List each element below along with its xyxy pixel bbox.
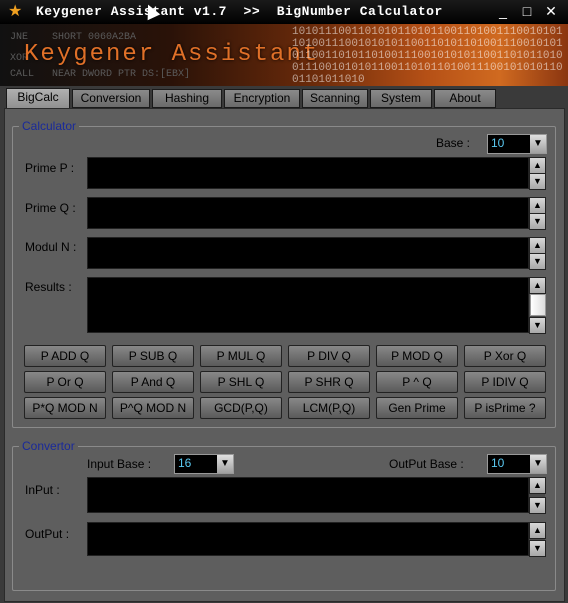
- convert-output-scrollbar[interactable]: ▲ ▼: [529, 522, 546, 557]
- convert-output-field[interactable]: [87, 522, 529, 556]
- p-pow-q-button[interactable]: P ^ Q: [376, 371, 458, 393]
- tab-hashing[interactable]: Hashing: [152, 89, 222, 108]
- output-label: OutPut :: [25, 527, 70, 541]
- chevron-down-icon[interactable]: ▼: [530, 455, 546, 473]
- p-pow-q-mod-n-button[interactable]: P^Q MOD N: [112, 397, 194, 419]
- scroll-up-icon[interactable]: ▲: [529, 237, 546, 254]
- convertor-legend: Convertor: [22, 439, 75, 453]
- banner-binary: 1010111001101010110101100110100111001010…: [292, 26, 563, 84]
- p-sub-q-button[interactable]: P SUB Q: [112, 345, 194, 367]
- p-idiv-q-button[interactable]: P IDIV Q: [464, 371, 546, 393]
- scroll-up-icon[interactable]: ▲: [529, 522, 546, 539]
- output-base-select[interactable]: 10 ▼: [487, 454, 547, 474]
- input-label: InPut :: [25, 483, 60, 497]
- scroll-down-icon[interactable]: ▼: [529, 253, 546, 270]
- scroll-down-icon[interactable]: ▼: [529, 497, 546, 514]
- scroll-down-icon[interactable]: ▼: [529, 173, 546, 190]
- tab-scanning[interactable]: Scanning: [302, 89, 368, 108]
- scroll-down-icon[interactable]: ▼: [529, 540, 546, 557]
- input-base-select[interactable]: 16 ▼: [174, 454, 234, 474]
- banner-asm-line: CALL NEAR DWORD PTR DS:[EBX]: [10, 69, 191, 80]
- title-bar: ★ Keygener Assistant v1.7 >> BigNumber C…: [0, 0, 568, 24]
- prime-p-input[interactable]: [87, 157, 529, 189]
- scroll-up-icon[interactable]: ▲: [529, 157, 546, 174]
- scroll-down-icon[interactable]: ▼: [529, 317, 546, 334]
- prime-q-input[interactable]: [87, 197, 529, 229]
- prime-q-scrollbar[interactable]: ▲ ▼: [529, 197, 546, 230]
- p-mul-q-button[interactable]: P MUL Q: [200, 345, 282, 367]
- input-base-value: 16: [178, 456, 192, 470]
- results-output[interactable]: [87, 277, 529, 333]
- scroll-down-icon[interactable]: ▼: [529, 213, 546, 230]
- modul-n-scrollbar[interactable]: ▲ ▼: [529, 237, 546, 270]
- is-prime-button[interactable]: P isPrime ?: [464, 397, 546, 419]
- gen-prime-button[interactable]: Gen Prime: [376, 397, 458, 419]
- scroll-up-icon[interactable]: ▲: [529, 477, 546, 494]
- window-title: Keygener Assistant v1.7 >> BigNumber Cal…: [36, 4, 443, 19]
- close-button[interactable]: ✕: [542, 2, 560, 20]
- minimize-button[interactable]: _: [494, 2, 512, 20]
- maximize-button[interactable]: □: [518, 2, 536, 20]
- convert-input-field[interactable]: [87, 477, 529, 513]
- banner: JNE SHORT 0060A2BA XOR CALL NEAR DWORD P…: [0, 24, 568, 86]
- p-xor-q-button[interactable]: P Xor Q: [464, 345, 546, 367]
- tab-system[interactable]: System: [370, 89, 432, 108]
- results-label: Results :: [25, 280, 72, 294]
- tab-about[interactable]: About: [434, 89, 496, 108]
- p-add-q-button[interactable]: P ADD Q: [24, 345, 106, 367]
- scroll-up-icon[interactable]: ▲: [529, 197, 546, 214]
- convert-input-scrollbar[interactable]: ▲ ▼: [529, 477, 546, 514]
- modul-n-input[interactable]: [87, 237, 529, 269]
- p-mod-q-button[interactable]: P MOD Q: [376, 345, 458, 367]
- scroll-up-icon[interactable]: ▲: [529, 277, 546, 294]
- base-select[interactable]: 10 ▼: [487, 134, 547, 154]
- bigcalc-panel: Calculator Base : 10 ▼ Prime P : ▲ ▼ Pri…: [4, 108, 565, 602]
- base-select-value: 10: [491, 136, 505, 150]
- chevron-down-icon[interactable]: ▼: [530, 135, 546, 153]
- base-label: Base :: [436, 136, 471, 150]
- chevron-down-icon[interactable]: ▼: [217, 455, 233, 473]
- prime-p-label: Prime P :: [25, 161, 75, 175]
- output-base-value: 10: [491, 456, 505, 470]
- scrollbar-thumb[interactable]: [530, 294, 546, 316]
- calculator-legend: Calculator: [22, 119, 77, 133]
- prime-q-label: Prime Q :: [25, 201, 76, 215]
- tab-bigcalc[interactable]: BigCalc: [6, 88, 70, 109]
- modul-n-label: Modul N :: [25, 240, 77, 254]
- p-and-q-button[interactable]: P And Q: [112, 371, 194, 393]
- star-icon: ★: [8, 3, 23, 20]
- tab-conversion[interactable]: Conversion: [72, 89, 150, 108]
- output-base-label: OutPut Base :: [389, 457, 464, 471]
- banner-logo: Keygener Assistant: [24, 41, 320, 68]
- prime-p-scrollbar[interactable]: ▲ ▼: [529, 157, 546, 190]
- lcm-button[interactable]: LCM(P,Q): [288, 397, 370, 419]
- gcd-button[interactable]: GCD(P,Q): [200, 397, 282, 419]
- p-div-q-button[interactable]: P DIV Q: [288, 345, 370, 367]
- p-mul-q-mod-n-button[interactable]: P*Q MOD N: [24, 397, 106, 419]
- results-scrollbar[interactable]: ▲ ▼: [529, 277, 546, 334]
- tab-encryption[interactable]: Encryption: [224, 89, 300, 108]
- input-base-label: Input Base :: [87, 457, 152, 471]
- p-or-q-button[interactable]: P Or Q: [24, 371, 106, 393]
- p-shl-q-button[interactable]: P SHL Q: [200, 371, 282, 393]
- p-shr-q-button[interactable]: P SHR Q: [288, 371, 370, 393]
